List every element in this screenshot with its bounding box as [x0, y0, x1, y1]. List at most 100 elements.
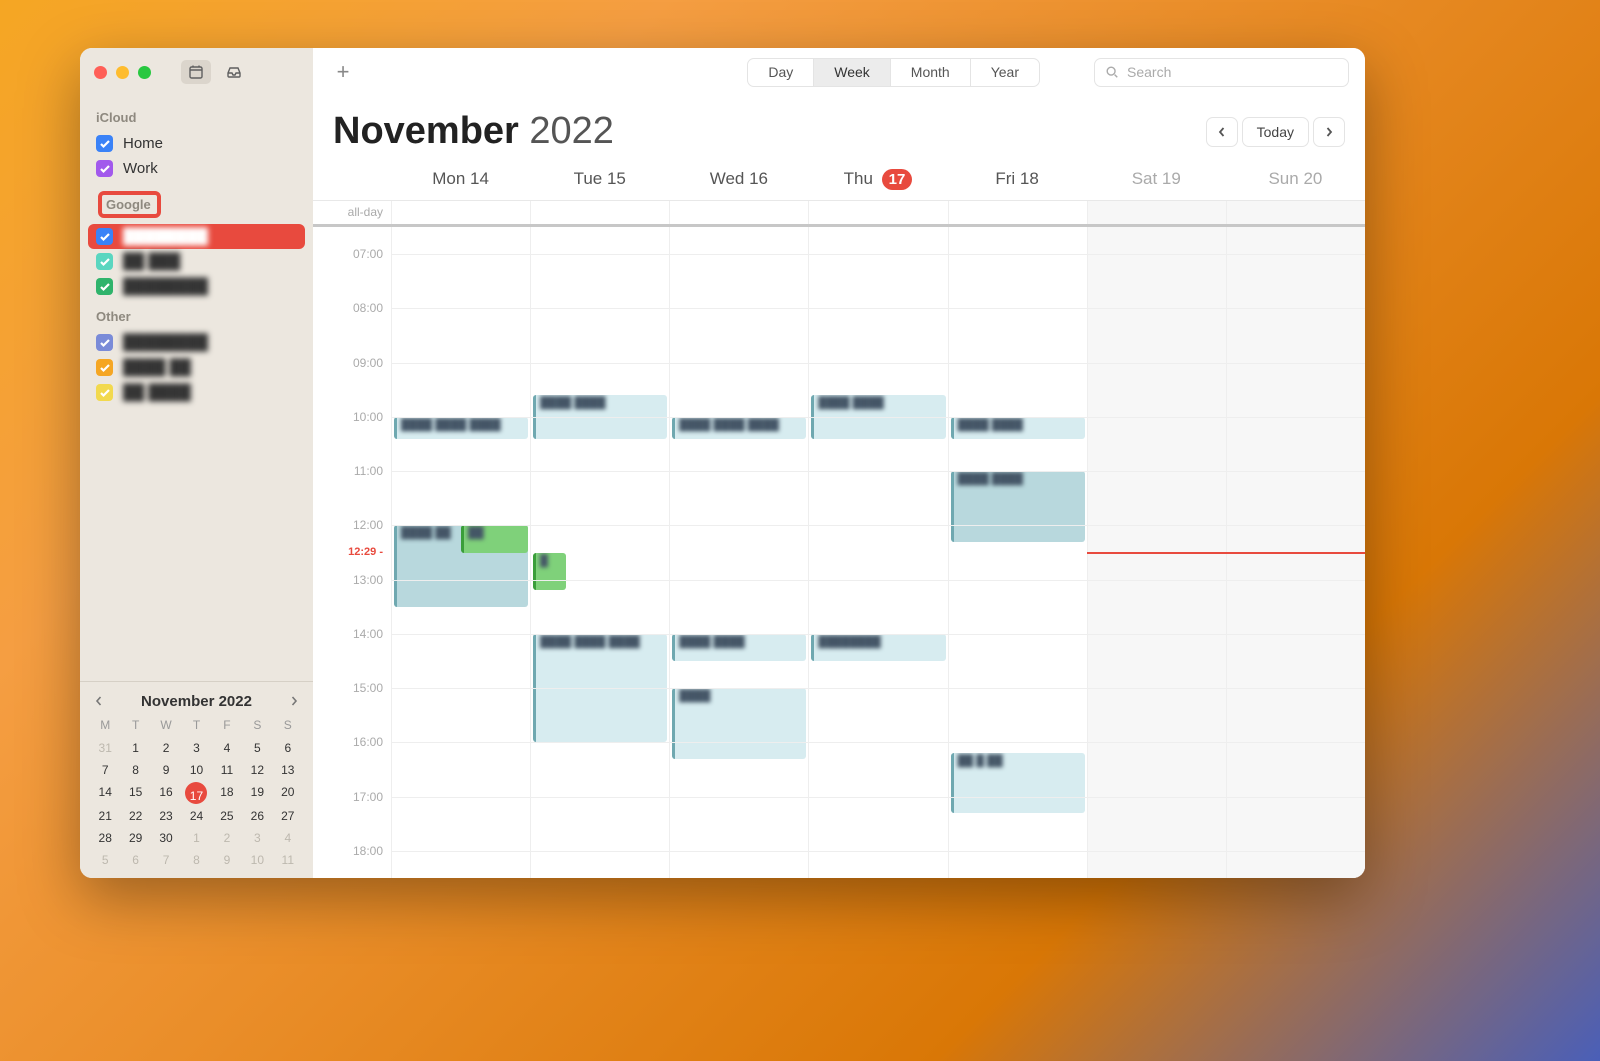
day-column[interactable]: ████ ████ ████ ████ ████ ████	[669, 227, 808, 878]
day-header[interactable]: Thu 17	[808, 161, 947, 200]
day-header[interactable]: Sun 20	[1226, 161, 1365, 200]
day-header[interactable]: Sat 19	[1087, 161, 1226, 200]
view-day[interactable]: Day	[748, 59, 814, 86]
view-month[interactable]: Month	[891, 59, 971, 86]
day-header[interactable]: Tue 15	[530, 161, 669, 200]
mini-day[interactable]: 20	[273, 782, 303, 804]
calendar-checkbox[interactable]	[96, 384, 113, 401]
mini-day[interactable]: 7	[90, 760, 120, 780]
mini-day[interactable]: 30	[151, 828, 181, 848]
mini-day[interactable]: 13	[273, 760, 303, 780]
calendar-item[interactable]: ████████	[88, 224, 305, 249]
calendar-item[interactable]: ████ ██	[88, 355, 305, 380]
day-header[interactable]: Fri 18	[948, 161, 1087, 200]
mini-day[interactable]: 29	[120, 828, 150, 848]
mini-day[interactable]: 11	[212, 760, 242, 780]
event[interactable]: ████ ████	[951, 471, 1085, 542]
mini-day[interactable]: 17	[185, 782, 207, 804]
mini-day[interactable]: 28	[90, 828, 120, 848]
prev-week-button[interactable]	[1206, 117, 1238, 147]
inbox-button[interactable]	[219, 60, 249, 84]
view-year[interactable]: Year	[971, 59, 1039, 86]
calendar-checkbox[interactable]	[96, 359, 113, 376]
close-window-button[interactable]	[94, 66, 107, 79]
today-button[interactable]: Today	[1242, 117, 1309, 147]
mini-day[interactable]: 4	[273, 828, 303, 848]
mini-day[interactable]: 9	[151, 760, 181, 780]
day-header[interactable]: Mon 14	[391, 161, 530, 200]
mini-day[interactable]: 25	[212, 806, 242, 826]
calendar-checkbox[interactable]	[96, 253, 113, 270]
mini-day[interactable]: 23	[151, 806, 181, 826]
mini-day[interactable]: 5	[90, 850, 120, 870]
search-placeholder: Search	[1127, 64, 1171, 80]
mini-day[interactable]: 3	[181, 738, 211, 758]
view-week[interactable]: Week	[814, 59, 891, 86]
event[interactable]: ████	[672, 688, 806, 759]
mini-day[interactable]: 2	[151, 738, 181, 758]
minimize-window-button[interactable]	[116, 66, 129, 79]
mini-next-month[interactable]	[285, 692, 303, 710]
mini-day[interactable]: 6	[120, 850, 150, 870]
calendar-item[interactable]: ██ ███	[88, 249, 305, 274]
mini-day[interactable]: 22	[120, 806, 150, 826]
calendar-item[interactable]: Work	[88, 156, 305, 181]
mini-day[interactable]: 8	[181, 850, 211, 870]
mini-day[interactable]: 6	[273, 738, 303, 758]
calendar-label: Home	[123, 135, 163, 152]
mini-day[interactable]: 21	[90, 806, 120, 826]
event[interactable]: ████ ████ ████	[394, 417, 528, 439]
mini-day[interactable]: 1	[120, 738, 150, 758]
calendar-checkbox[interactable]	[96, 160, 113, 177]
calendar-item[interactable]: ██ ████	[88, 380, 305, 405]
event[interactable]: ██	[461, 525, 528, 552]
calendar-checkbox[interactable]	[96, 278, 113, 295]
mini-day[interactable]: 10	[242, 850, 272, 870]
mini-day[interactable]: 7	[151, 850, 181, 870]
event[interactable]: ████ ████	[672, 634, 806, 661]
mini-day[interactable]: 3	[242, 828, 272, 848]
calendar-item[interactable]: ████████	[88, 274, 305, 299]
mini-day[interactable]: 27	[273, 806, 303, 826]
mini-prev-month[interactable]	[90, 692, 108, 710]
day-column[interactable]: ████ ████ ████████ ████	[391, 227, 530, 878]
event[interactable]: ████████	[811, 634, 945, 661]
mini-day[interactable]: 24	[181, 806, 211, 826]
mini-day[interactable]: 8	[120, 760, 150, 780]
mini-day[interactable]: 26	[242, 806, 272, 826]
mini-day[interactable]: 14	[90, 782, 120, 804]
calendar-label: ██ ███	[123, 253, 180, 270]
mini-day[interactable]: 2	[212, 828, 242, 848]
next-week-button[interactable]	[1313, 117, 1345, 147]
mini-day[interactable]: 31	[90, 738, 120, 758]
week-grid[interactable]: ████ ████ ████████ ████████ █████████ ██…	[391, 227, 1365, 878]
mini-day[interactable]: 19	[242, 782, 272, 804]
calendar-checkbox[interactable]	[96, 135, 113, 152]
calendar-list-toggle[interactable]	[181, 60, 211, 84]
calendar-item[interactable]: ████████	[88, 330, 305, 355]
day-column[interactable]: ████ ████████████	[808, 227, 947, 878]
mini-day[interactable]: 4	[212, 738, 242, 758]
event[interactable]: ██ █ ██	[951, 753, 1085, 813]
event[interactable]: ████ ████	[951, 417, 1085, 439]
calendar-checkbox[interactable]	[96, 334, 113, 351]
mini-day[interactable]: 10	[181, 760, 211, 780]
event[interactable]: ████ ████ ████	[672, 417, 806, 439]
mini-day[interactable]: 12	[242, 760, 272, 780]
mini-day[interactable]: 9	[212, 850, 242, 870]
mini-day[interactable]: 18	[212, 782, 242, 804]
add-event-button[interactable]: +	[329, 58, 357, 86]
event[interactable]: █	[533, 553, 566, 591]
day-header[interactable]: Wed 16	[669, 161, 808, 200]
mini-day[interactable]: 1	[181, 828, 211, 848]
maximize-window-button[interactable]	[138, 66, 151, 79]
mini-day[interactable]: 16	[151, 782, 181, 804]
mini-day[interactable]: 11	[273, 850, 303, 870]
calendar-checkbox[interactable]	[96, 228, 113, 245]
mini-day[interactable]: 5	[242, 738, 272, 758]
search-field[interactable]: Search	[1094, 58, 1349, 87]
day-column[interactable]: ████ █████████ ████ ████	[530, 227, 669, 878]
day-column[interactable]: ████ ████ ████ ████ ██ █ ██	[948, 227, 1087, 878]
calendar-item[interactable]: Home	[88, 131, 305, 156]
mini-day[interactable]: 15	[120, 782, 150, 804]
